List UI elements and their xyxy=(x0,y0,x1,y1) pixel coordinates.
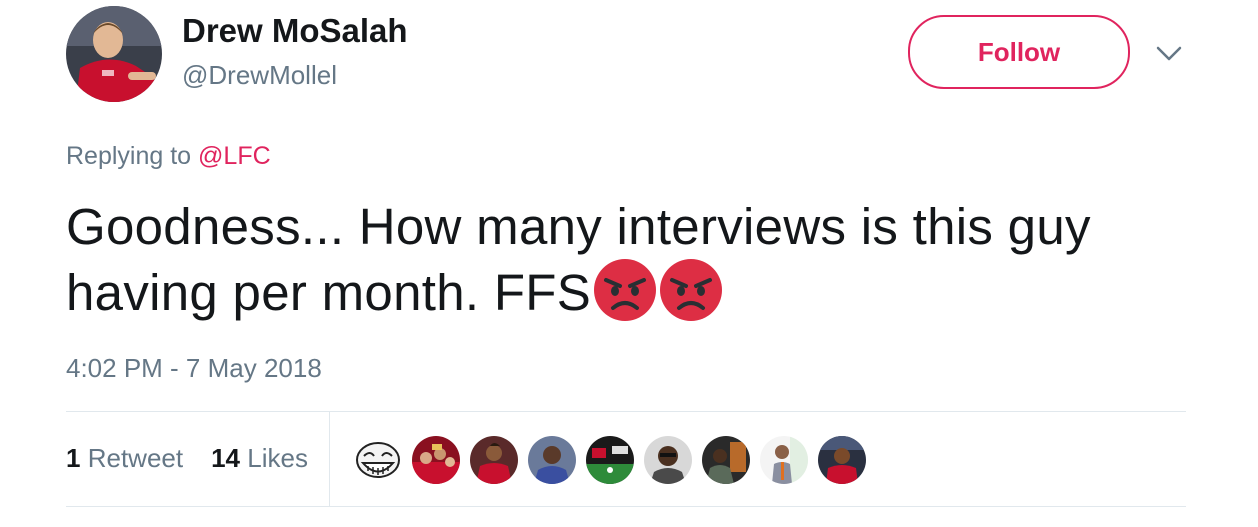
tweet-text-line1: Goodness... How many interviews is this … xyxy=(66,198,1091,255)
person-avatar[interactable] xyxy=(528,436,576,484)
liker-avatars xyxy=(354,436,876,484)
likes-count-link[interactable]: 14 Likes xyxy=(211,443,308,474)
person-avatar[interactable] xyxy=(760,436,808,484)
stadium-avatar[interactable] xyxy=(586,436,634,484)
retweet-label: Retweet xyxy=(87,443,184,473)
retweet-count-link[interactable]: 1 Retweet xyxy=(66,443,183,474)
tweet-timestamp[interactable]: 4:02 PM - 7 May 2018 xyxy=(66,353,322,384)
likes-count: 14 xyxy=(211,443,241,473)
stats-divider xyxy=(329,412,330,506)
angry-face-icon xyxy=(659,258,723,322)
person-avatar[interactable] xyxy=(644,436,692,484)
replying-to-label: Replying to xyxy=(66,142,192,170)
user-handle[interactable]: @DrewMollel xyxy=(182,60,337,91)
tweet-card: Drew MoSalah @DrewMollel Follow Replying… xyxy=(0,0,1258,527)
display-name[interactable]: Drew MoSalah xyxy=(182,12,408,50)
mention-link[interactable]: @LFC xyxy=(198,142,271,170)
fans-avatar[interactable] xyxy=(412,436,460,484)
likes-label: Likes xyxy=(247,443,308,473)
divider xyxy=(66,506,1186,507)
divider xyxy=(66,411,1186,412)
player-avatar[interactable] xyxy=(470,436,518,484)
replying-to: Replying to @LFC xyxy=(66,142,271,171)
angry-face-icon xyxy=(593,258,657,322)
follow-button[interactable]: Follow xyxy=(908,15,1130,89)
person-avatar[interactable] xyxy=(702,436,750,484)
tweet-text: Goodness... How many interviews is this … xyxy=(66,196,1196,324)
tweet-text-line2: having per month. FFS xyxy=(66,264,592,321)
chevron-down-icon[interactable] xyxy=(1154,38,1184,68)
trollface-avatar[interactable] xyxy=(354,436,402,484)
tweet-stats: 1 Retweet 14 Likes xyxy=(66,443,308,474)
profile-avatar[interactable] xyxy=(66,6,162,102)
retweet-count: 1 xyxy=(66,443,81,473)
player-avatar[interactable] xyxy=(818,436,866,484)
